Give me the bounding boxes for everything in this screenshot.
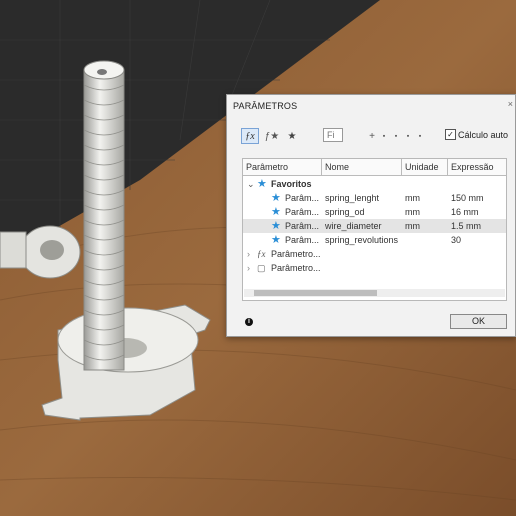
column-header-unit[interactable]: Unidade <box>405 162 439 172</box>
unit-cell[interactable]: mm <box>405 207 420 217</box>
auto-calc-label: Cálculo auto <box>458 129 509 140</box>
param-cell: Parâm... <box>285 235 320 245</box>
parameters-table: Parâmetro Nome Unidade Expressão ⌄ ★ Fav… <box>242 158 507 301</box>
add-icon[interactable]: + <box>367 128 377 144</box>
import-icon[interactable]: ▪ <box>415 128 425 144</box>
star-icon[interactable]: ★ <box>271 207 281 218</box>
group-label: Parâmetro... <box>271 249 321 259</box>
column-header-name[interactable]: Nome <box>325 162 349 172</box>
fx-icon[interactable]: ƒx <box>241 128 259 144</box>
chevron-right-icon[interactable]: › <box>247 263 250 273</box>
filter-input[interactable] <box>323 128 343 142</box>
component-icon: ▢ <box>257 263 266 273</box>
name-cell[interactable]: spring_revolutions <box>325 235 398 245</box>
expression-cell[interactable]: 150 mm <box>451 193 484 203</box>
ok-button[interactable]: OK <box>450 314 507 329</box>
horizontal-scrollbar[interactable] <box>244 289 505 297</box>
column-header-expression[interactable]: Expressão <box>451 162 494 172</box>
expression-cell[interactable]: 16 mm <box>451 207 479 217</box>
info-icon[interactable]: i <box>245 318 253 326</box>
chevron-down-icon[interactable]: ⌄ <box>247 179 255 190</box>
table-row[interactable]: ★ Parâm... wire_diameter mm 1.5 mm <box>243 219 506 233</box>
expression-cell[interactable]: 1.5 mm <box>451 221 481 231</box>
param-cell: Parâm... <box>285 207 320 217</box>
model-parameters-group-row[interactable]: › ƒx Parâmetro... <box>243 247 506 261</box>
group-label: Parâmetro... <box>271 263 321 273</box>
table-row[interactable]: ★ Parâm... spring_revolutions 30 <box>243 233 506 247</box>
star-icon[interactable]: ★ <box>271 221 281 232</box>
star-icon[interactable]: ★ <box>271 235 281 246</box>
checkmark-icon: ✓ <box>445 129 456 140</box>
delete-icon[interactable]: ▪ <box>391 128 401 144</box>
unit-cell[interactable]: mm <box>405 221 420 231</box>
chevron-right-icon[interactable]: › <box>247 249 250 259</box>
dialog-title: PARÂMETROS <box>233 101 298 111</box>
table-header: Parâmetro Nome Unidade Expressão <box>243 159 506 176</box>
auto-calc-checkbox[interactable]: ✓ Cálculo auto <box>445 129 508 140</box>
star-icon: ★ <box>257 178 267 190</box>
favorites-label: Favoritos <box>271 179 312 189</box>
fx-star-filter-icon[interactable]: ƒ★ <box>265 128 280 144</box>
fx-icon: ƒx <box>257 249 266 259</box>
table-row[interactable]: ★ Parâm... spring_od mm 16 mm <box>243 205 506 219</box>
expression-cell[interactable]: 30 <box>451 235 461 245</box>
param-cell: Parâm... <box>285 221 320 231</box>
favorites-star-icon[interactable]: ★ <box>285 128 299 144</box>
name-cell[interactable]: wire_diameter <box>325 221 382 231</box>
favorites-group-row[interactable]: ⌄ ★ Favoritos <box>243 177 506 191</box>
export-icon[interactable]: ▪ <box>403 128 413 144</box>
star-icon[interactable]: ★ <box>271 193 281 204</box>
close-icon[interactable]: × <box>508 99 513 109</box>
column-header-parameter[interactable]: Parâmetro <box>246 162 288 172</box>
unit-cell[interactable]: mm <box>405 193 420 203</box>
threaded-spring-rod <box>83 60 125 371</box>
toolbar: ƒx ƒ★ ★ + ▪ ▪ ▪ ▪ ✓ Cálculo auto <box>241 128 511 146</box>
component-parameters-group-row[interactable]: › ▢ Parâmetro... <box>243 261 506 275</box>
table-row[interactable]: ★ Parâm... spring_lenght mm 150 mm <box>243 191 506 205</box>
scrollbar-thumb[interactable] <box>254 290 377 296</box>
name-cell[interactable]: spring_lenght <box>325 193 379 203</box>
param-cell: Parâm... <box>285 193 320 203</box>
parameters-dialog: PARÂMETROS × ƒx ƒ★ ★ + ▪ ▪ ▪ ▪ ✓ Cálculo… <box>226 94 516 337</box>
copy-icon[interactable]: ▪ <box>379 128 389 144</box>
name-cell[interactable]: spring_od <box>325 207 365 217</box>
